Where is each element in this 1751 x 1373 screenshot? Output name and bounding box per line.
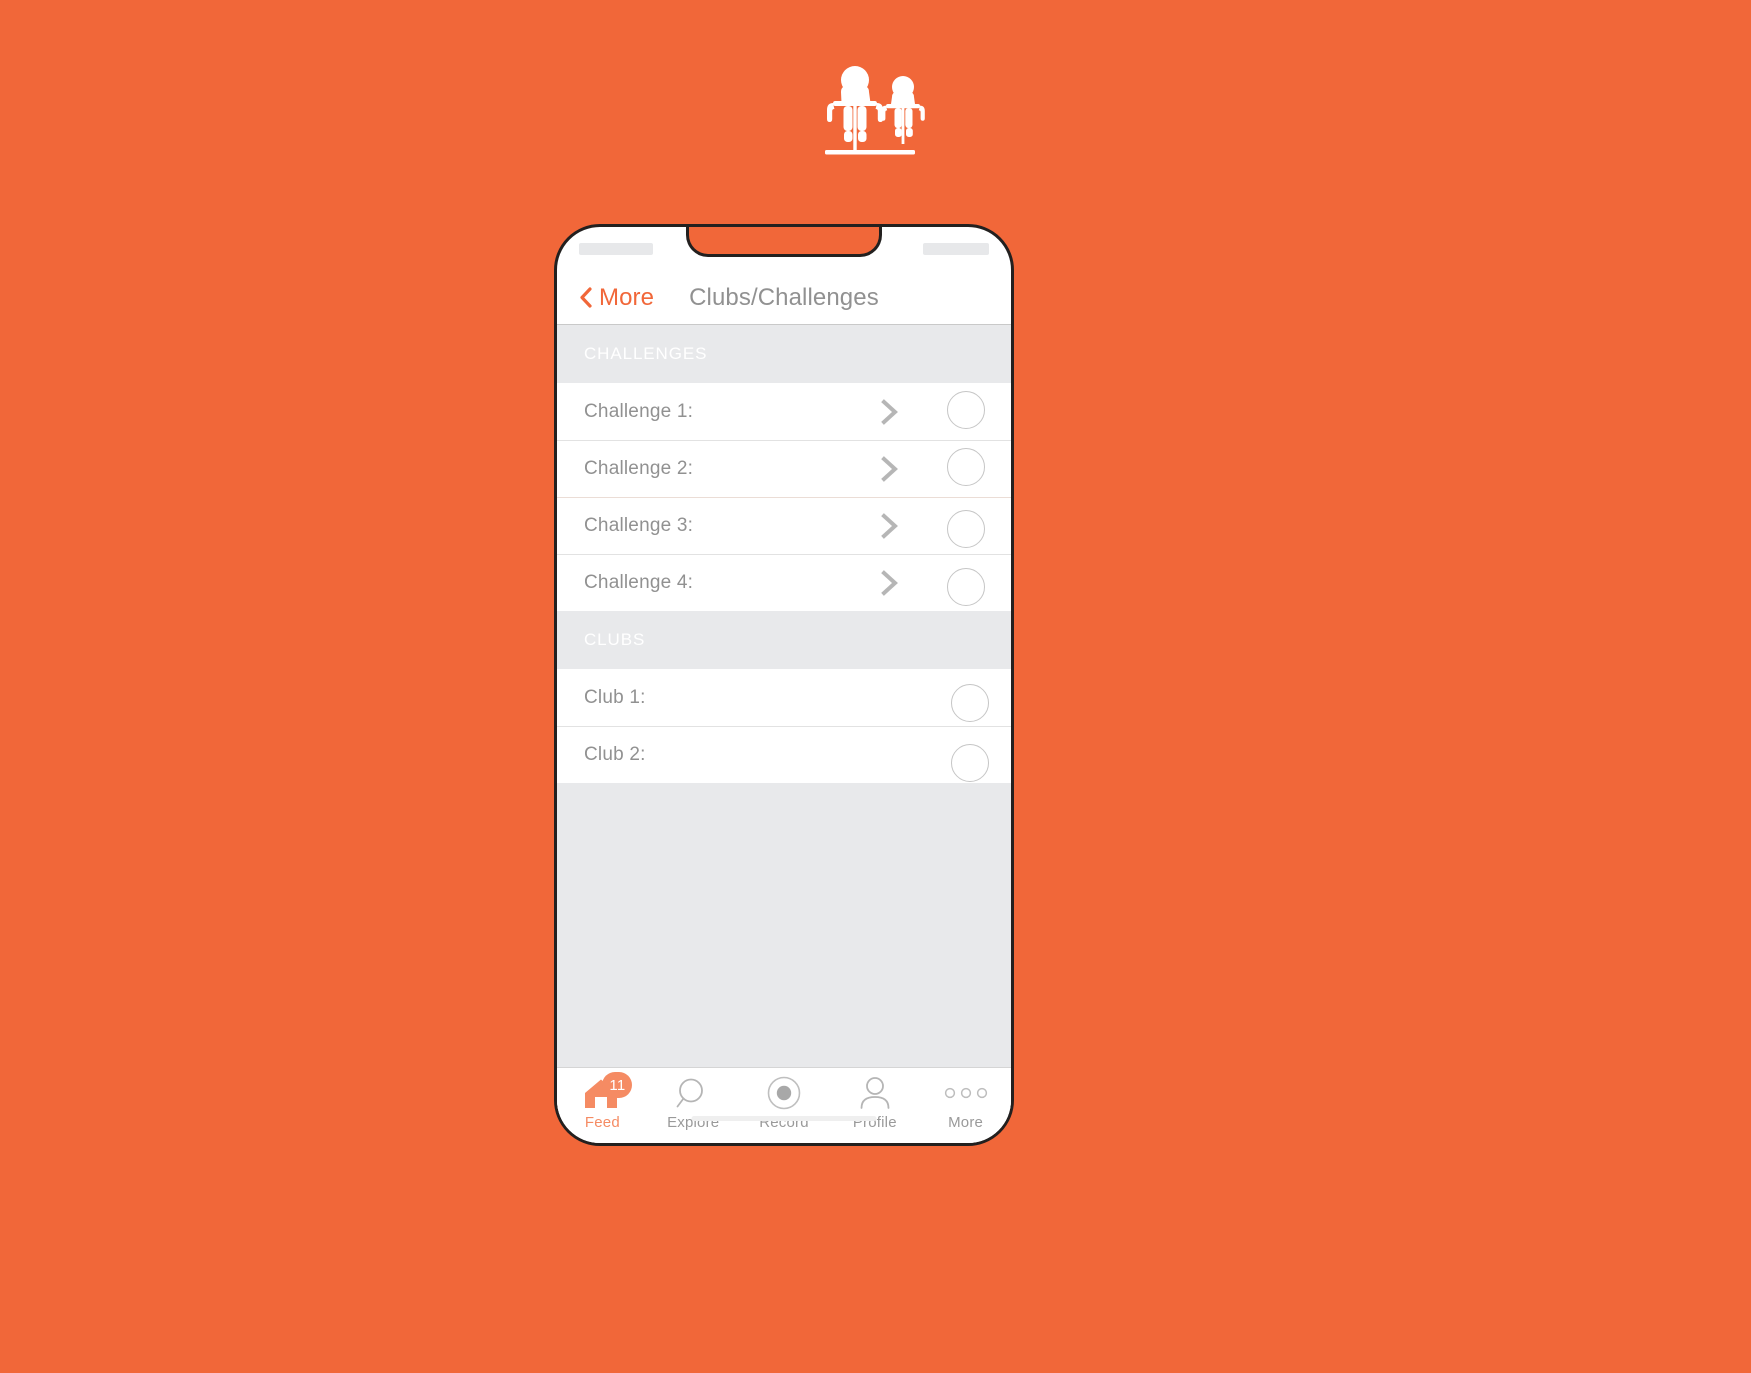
table-row[interactable]: Challenge 3: bbox=[557, 497, 1011, 554]
club-status-circle[interactable] bbox=[951, 744, 989, 782]
navigation-bar: More Clubs/Challenges bbox=[557, 271, 1011, 325]
chevron-right-icon[interactable] bbox=[879, 398, 901, 426]
home-indicator bbox=[691, 1116, 877, 1121]
list-item-label: Challenge 2: bbox=[584, 458, 694, 479]
person-icon bbox=[860, 1077, 890, 1109]
table-row[interactable]: Club 2: bbox=[557, 726, 1011, 783]
page-title: Clubs/Challenges bbox=[689, 283, 879, 311]
list-item-label: Club 2: bbox=[584, 744, 646, 765]
chevron-right-icon[interactable] bbox=[879, 512, 901, 540]
record-icon-wrap bbox=[767, 1076, 801, 1110]
table-row[interactable]: Challenge 2: bbox=[557, 440, 1011, 497]
status-bar-left-placeholder bbox=[579, 243, 653, 255]
record-icon bbox=[767, 1076, 801, 1110]
search-icon-wrap bbox=[676, 1076, 710, 1110]
tab-more[interactable]: More bbox=[920, 1068, 1011, 1143]
home-icon-wrap: 11 bbox=[582, 1072, 633, 1110]
app-screen: More Clubs/Challenges CHALLENGES Challen… bbox=[557, 271, 1011, 1143]
section-header-clubs-label: CLUBS bbox=[584, 630, 646, 649]
person-icon-wrap bbox=[858, 1076, 892, 1110]
list-item-label: Challenge 1: bbox=[584, 400, 694, 422]
section-header-clubs: CLUBS bbox=[557, 611, 1011, 669]
search-icon bbox=[676, 1078, 704, 1108]
challenge-status-circle[interactable] bbox=[947, 568, 985, 606]
list-item-label: Club 1: bbox=[584, 686, 646, 708]
phone-mockup: More Clubs/Challenges CHALLENGES Challen… bbox=[554, 224, 1014, 1146]
list-item-label: Challenge 4: bbox=[584, 572, 694, 593]
tab-record[interactable]: Record bbox=[739, 1068, 830, 1143]
table-row[interactable]: Club 1: bbox=[557, 669, 1011, 726]
club-status-circle[interactable] bbox=[951, 684, 989, 722]
chevron-left-icon bbox=[580, 287, 592, 308]
section-header-challenges: CHALLENGES bbox=[557, 325, 1011, 383]
tab-more-label: More bbox=[948, 1114, 984, 1131]
table-row[interactable]: Challenge 4: bbox=[557, 554, 1011, 611]
tab-feed-label: Feed bbox=[584, 1114, 620, 1131]
chevron-right-icon[interactable] bbox=[879, 569, 901, 597]
ellipsis-icon-wrap bbox=[943, 1076, 989, 1110]
feed-badge: 11 bbox=[602, 1072, 633, 1098]
back-button[interactable]: More bbox=[579, 284, 654, 312]
challenge-status-circle[interactable] bbox=[947, 448, 985, 486]
status-bar-right-placeholder bbox=[923, 243, 989, 255]
table-row[interactable]: Challenge 1: bbox=[557, 383, 1011, 440]
phone-screen: More Clubs/Challenges CHALLENGES Challen… bbox=[554, 224, 1014, 1146]
challenge-status-circle[interactable] bbox=[947, 391, 985, 429]
tab-feed[interactable]: 11 Feed bbox=[557, 1068, 648, 1143]
section-header-challenges-label: CHALLENGES bbox=[584, 344, 708, 363]
tab-explore[interactable]: Explore bbox=[648, 1068, 739, 1143]
content-list: CHALLENGES Challenge 1: Challenge 2: Cha… bbox=[557, 325, 1011, 1067]
chevron-right-icon[interactable] bbox=[879, 455, 901, 483]
ellipsis-icon bbox=[944, 1087, 987, 1099]
tab-profile[interactable]: Profile bbox=[829, 1068, 920, 1143]
phone-notch bbox=[686, 227, 882, 257]
challenge-status-circle[interactable] bbox=[947, 510, 985, 548]
app-logo bbox=[0, 62, 1751, 192]
list-item-label: Challenge 3: bbox=[584, 515, 694, 536]
two-cyclists-logo bbox=[824, 66, 925, 155]
tab-bar: 11 Feed Explore Record Profile More bbox=[557, 1067, 1011, 1143]
back-button-label: More bbox=[599, 283, 655, 311]
